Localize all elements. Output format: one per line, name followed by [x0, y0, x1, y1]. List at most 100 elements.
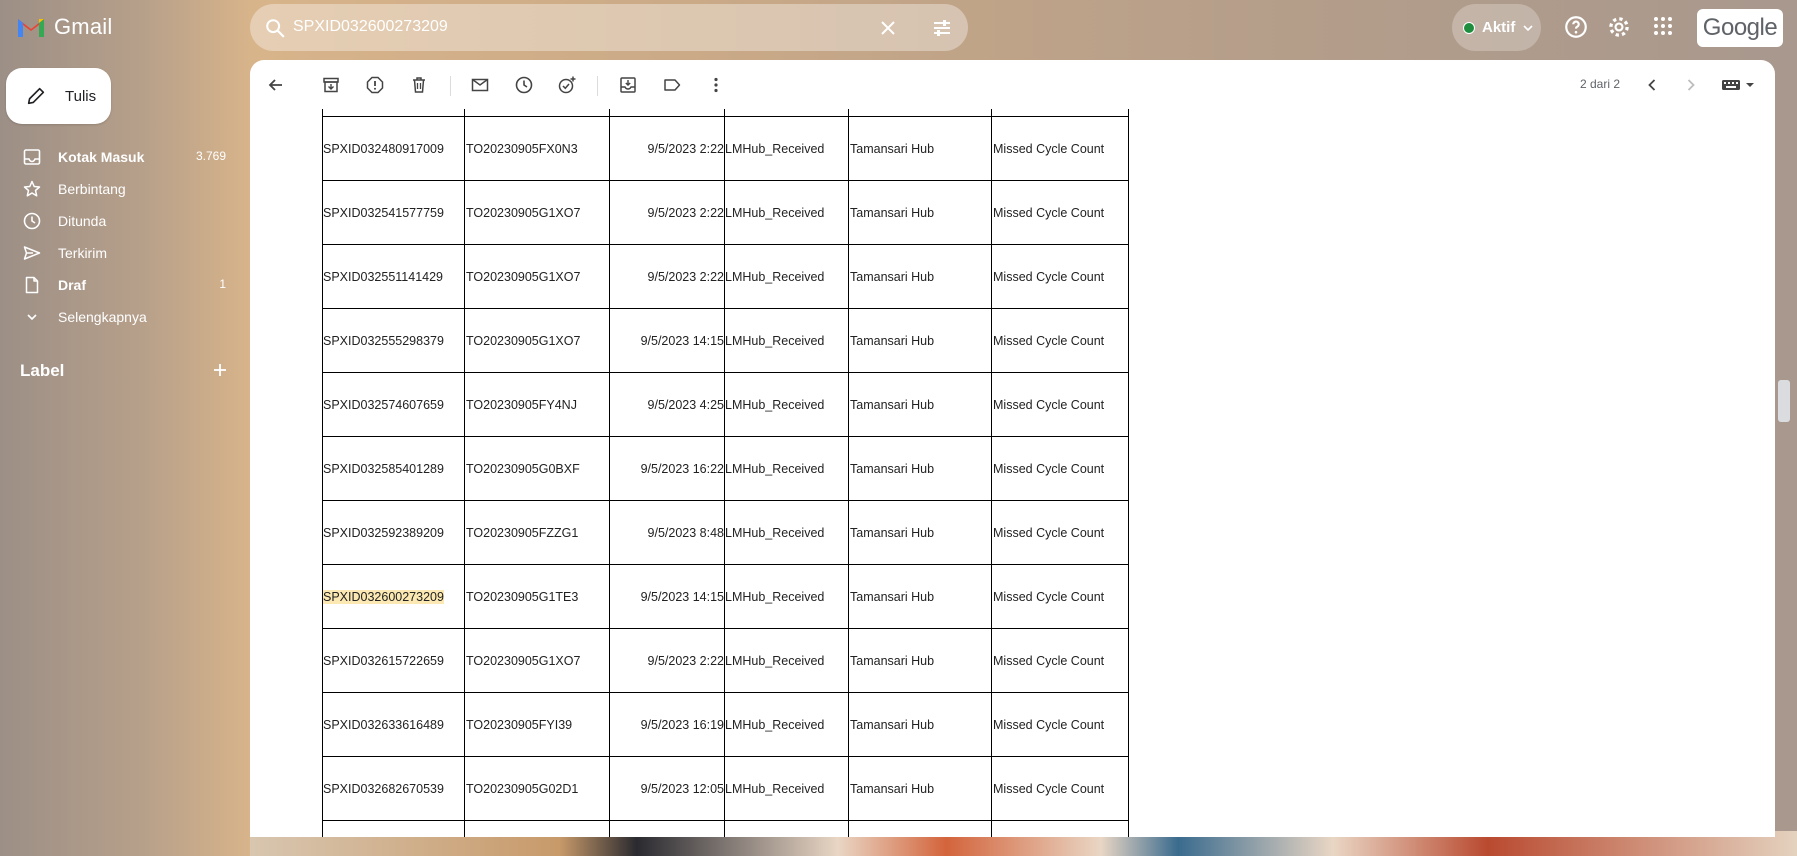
table-cell: 9/5/2023 2:22 — [609, 116, 725, 181]
table-cell: SPXID032592389209 — [322, 500, 465, 565]
table-body: SPXID032480917009 TO20230905FX0N3 9/5/2023… — [322, 109, 1129, 837]
table-cell: 9/5/2023 12:05 — [609, 756, 725, 821]
table-cell: 9/5/2023 2:22 — [609, 180, 725, 245]
table-cell: SPXID032615722659 — [322, 628, 465, 693]
archive-icon[interactable] — [321, 75, 341, 95]
compose-button[interactable]: Tulis — [6, 68, 111, 124]
add-task-icon[interactable] — [557, 75, 577, 95]
search-input[interactable]: SPXID032600273209 — [293, 18, 448, 36]
compose-label: Tulis — [65, 87, 97, 105]
table-cell: LMHub_Received — [724, 500, 849, 565]
table-cell: Tamansari Hub — [848, 436, 992, 501]
table-row: SPXID032682670539 TO20230905G02D1 9/5/2023… — [322, 756, 1129, 821]
search-highlight: SPXID032600273209 — [323, 589, 444, 604]
table-row: SPXID032480917009 TO20230905FX0N3 9/5/2023… — [322, 116, 1129, 181]
search-options-icon[interactable] — [930, 16, 954, 40]
draft-file-icon — [25, 276, 39, 294]
sidebar-item-count: 1 — [219, 277, 226, 291]
sidebar-item-label: Kotak Masuk — [58, 149, 145, 165]
table-cell: SPXID032551141429 — [322, 244, 465, 309]
plus-icon[interactable] — [211, 361, 229, 379]
table-cell: TO20230905FY4NJ — [464, 372, 610, 437]
table-cell: 9/5/2023 8:48 — [609, 500, 725, 565]
sidebar-item-more[interactable]: Selengkapnya — [0, 301, 240, 333]
table-cell — [848, 109, 992, 117]
more-vert-icon[interactable] — [706, 75, 726, 95]
sidebar-item-label: Ditunda — [58, 213, 107, 229]
sidebar-item-sent[interactable]: Terkirim — [0, 237, 240, 269]
help-icon[interactable] — [1563, 14, 1589, 40]
table-cell: Missed Cycle Count — [991, 180, 1129, 245]
label-icon[interactable] — [662, 75, 682, 95]
sidebar-item-starred[interactable]: Berbintang — [0, 173, 240, 205]
status-dot — [1463, 21, 1475, 34]
google-account-badge[interactable]: Google — [1697, 9, 1783, 47]
table-cell — [991, 109, 1129, 117]
table-row: SPXID032585401289 TO20230905G0BXF 9/5/2023… — [322, 436, 1129, 501]
table-cell: LMHub_Received — [724, 756, 849, 821]
table-cell: 9/5/2023 14:15 — [609, 308, 725, 373]
table-row: SPXID032615722659 TO20230905G1XO7 9/5/2023… — [322, 628, 1129, 693]
keyboard-icon[interactable] — [1721, 75, 1757, 95]
table-cell: 9/5/2023 14:15 — [609, 564, 725, 629]
search-bar[interactable]: SPXID032600273209 — [250, 4, 968, 51]
table-cell: 9/5/2023 4:25 — [609, 372, 725, 437]
table-cell — [724, 820, 849, 837]
sidebar-item-drafts[interactable]: Draf 1 — [0, 269, 240, 301]
trash-icon[interactable] — [409, 75, 429, 95]
table-cell: TO20230905G1XO7 — [464, 180, 610, 245]
mark-unread-icon[interactable] — [470, 75, 490, 95]
table-row: SPXID032551141429 TO20230905G1XO7 9/5/2023… — [322, 244, 1129, 309]
send-icon — [23, 246, 41, 260]
table-row: SPXID032555298379 TO20230905G1XO7 9/5/2023… — [322, 308, 1129, 373]
app-name: Gmail — [54, 14, 113, 39]
move-to-icon[interactable] — [618, 75, 638, 95]
scrollbar-thumb[interactable] — [1778, 380, 1790, 422]
table-cell: 9/5/2023 2:22 — [609, 244, 725, 309]
table-cell: Tamansari Hub — [848, 500, 992, 565]
back-arrow-icon[interactable] — [266, 75, 286, 95]
table-cell: LMHub_Received — [724, 308, 849, 373]
table-cell: SPXID032574607659 — [322, 372, 465, 437]
sidebar-item-label: Terkirim — [58, 245, 107, 261]
table-cell: LMHub_Received — [724, 692, 849, 757]
snooze-icon[interactable] — [514, 75, 534, 95]
table-cell: TO20230905FYI39 — [464, 692, 610, 757]
search-icon[interactable] — [264, 17, 286, 39]
sidebar-item-snoozed[interactable]: Ditunda — [0, 205, 240, 237]
data-table: SPXID032480917009 TO20230905FX0N3 9/5/2023… — [322, 109, 1129, 837]
table-cell: Missed Cycle Count — [991, 628, 1129, 693]
table-cell: Missed Cycle Count — [991, 116, 1129, 181]
table-cell — [609, 820, 725, 837]
status-label: Aktif — [1482, 19, 1516, 36]
table-row: SPXID032541577759 TO20230905G1XO7 9/5/2023… — [322, 180, 1129, 245]
table-cell: Missed Cycle Count — [991, 308, 1129, 373]
chevron-left-icon[interactable] — [1642, 75, 1662, 95]
sidebar-item-label: Selengkapnya — [58, 309, 147, 325]
table-cell: Missed Cycle Count — [991, 244, 1129, 309]
table-cell: Missed Cycle Count — [991, 692, 1129, 757]
report-spam-icon[interactable] — [365, 75, 385, 95]
table-cell: TO20230905G1XO7 — [464, 628, 610, 693]
gmail-logo[interactable]: Gmail — [16, 14, 112, 40]
table-cell: Tamansari Hub — [848, 692, 992, 757]
table-cell: Tamansari Hub — [848, 564, 992, 629]
sidebar-item-label: Draf — [58, 277, 87, 293]
table-row: SPXID032574607659 TO20230905FY4NJ 9/5/2023… — [322, 372, 1129, 437]
table-cell: SPXID032480917009 — [322, 116, 465, 181]
table-cell: LMHub_Received — [724, 372, 849, 437]
table-cell: Missed Cycle Count — [991, 372, 1129, 437]
sidebar-item-inbox[interactable]: Kotak Masuk 3.769 — [0, 141, 240, 173]
apps-grid-icon[interactable] — [1651, 14, 1675, 38]
status-selector[interactable]: Aktif — [1452, 4, 1541, 51]
message-body: SPXID032480917009 TO20230905FX0N3 9/5/2023… — [250, 109, 1775, 837]
table-cell — [724, 109, 849, 117]
table-cell: TO20230905FX0N3 — [464, 116, 610, 181]
table-cell: Tamansari Hub — [848, 308, 992, 373]
clock-icon — [23, 212, 41, 230]
chevron-right-icon[interactable] — [1681, 75, 1701, 95]
close-icon[interactable] — [876, 16, 900, 40]
pagination-label: 2 dari 2 — [1580, 77, 1621, 91]
table-cell: Missed Cycle Count — [991, 564, 1129, 629]
gear-icon[interactable] — [1606, 14, 1632, 40]
